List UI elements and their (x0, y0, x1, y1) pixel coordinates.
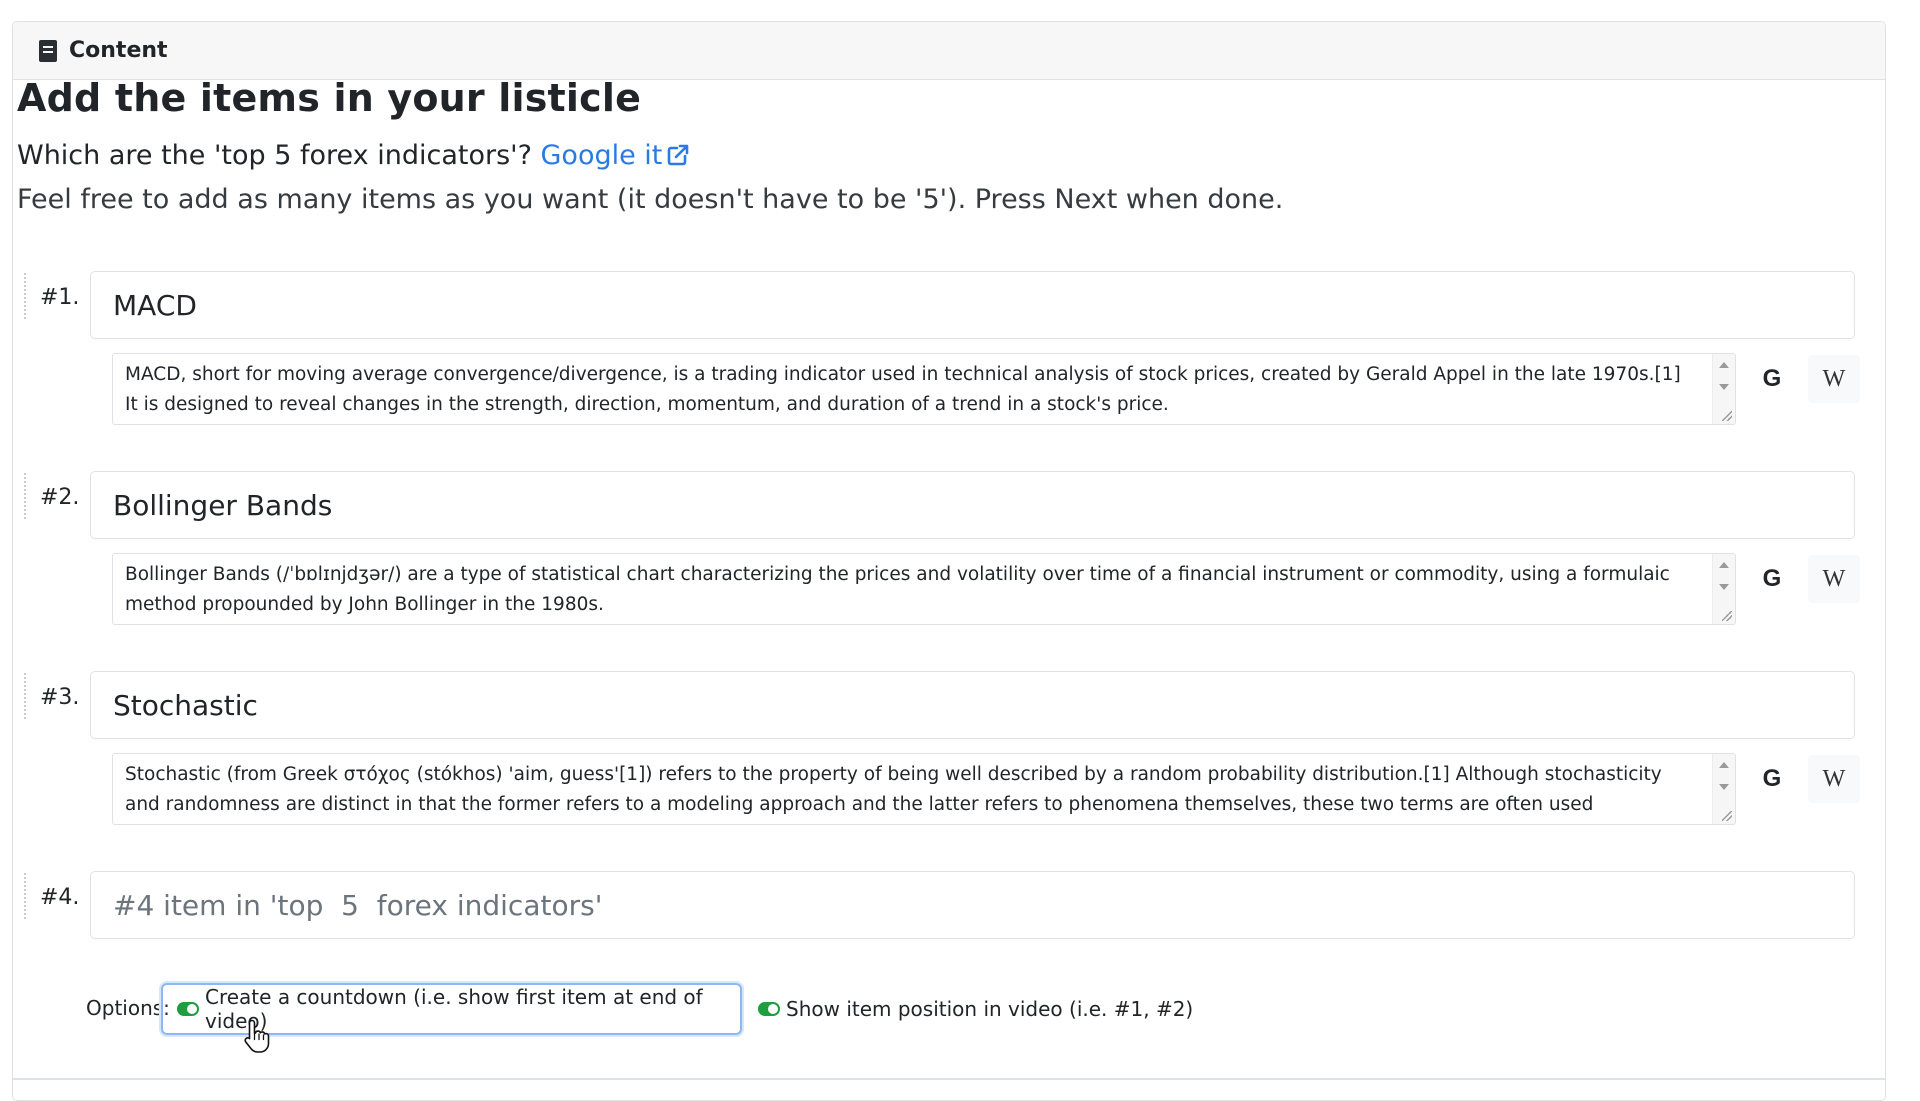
resize-grip-icon[interactable] (1722, 611, 1732, 621)
scroll-down-icon[interactable] (1719, 384, 1729, 390)
scroll-down-icon[interactable] (1719, 784, 1729, 790)
google-search-button[interactable]: G (1746, 355, 1798, 403)
new-item-title-input[interactable] (90, 871, 1855, 939)
toggle-on-icon[interactable] (177, 1002, 199, 1016)
google-search-button[interactable]: G (1746, 555, 1798, 603)
card-header: Content (13, 22, 1885, 80)
item-number: #2. (40, 485, 80, 510)
item-description-text: Stochastic (from Greek στόχος (stókhos) … (125, 764, 1662, 815)
description-scrollbar[interactable] (1712, 554, 1735, 624)
scroll-up-icon[interactable] (1719, 762, 1729, 768)
options-row: Options: Create a countdown (i.e. show f… (0, 983, 1874, 1035)
resize-grip-icon[interactable] (1722, 811, 1732, 821)
scroll-up-icon[interactable] (1719, 362, 1729, 368)
wikipedia-button[interactable]: W (1808, 555, 1860, 603)
item-description-textarea[interactable]: Bollinger Bands (/ˈbɒlɪnjdʒər/) are a ty… (112, 553, 1736, 625)
description-scrollbar[interactable] (1712, 754, 1735, 824)
wikipedia-button[interactable]: W (1808, 755, 1860, 803)
item-title-input[interactable] (90, 671, 1855, 739)
show-position-label[interactable]: Show item position in video (i.e. #1, #2… (786, 997, 1193, 1021)
description-scrollbar[interactable] (1712, 354, 1735, 424)
item-title-input[interactable] (90, 271, 1855, 339)
item-description-text: Bollinger Bands (/ˈbɒlɪnjdʒər/) are a ty… (125, 564, 1670, 615)
card-header-title: Content (69, 38, 168, 63)
drag-handle[interactable] (24, 473, 30, 519)
item-number: #1. (40, 285, 80, 310)
item-title-input[interactable] (90, 471, 1855, 539)
google-it-link[interactable]: Google it (541, 140, 691, 171)
instruction-text: Feel free to add as many items as you wa… (17, 184, 1284, 215)
drag-handle[interactable] (24, 673, 30, 719)
external-link-icon (668, 144, 689, 166)
drag-handle[interactable] (24, 273, 30, 319)
scroll-down-icon[interactable] (1719, 584, 1729, 590)
question-text: Which are the 'top 5 forex indicators'? (17, 140, 532, 171)
show-position-switch[interactable]: Show item position in video (i.e. #1, #2… (758, 983, 1193, 1035)
item-number: #4. (40, 885, 80, 910)
google-it-link-label: Google it (540, 140, 663, 171)
drag-handle[interactable] (24, 873, 30, 919)
book-icon (39, 39, 57, 62)
toggle-on-icon[interactable] (758, 1002, 780, 1016)
item-description-textarea[interactable]: Stochastic (from Greek στόχος (stókhos) … (112, 753, 1736, 825)
hand-cursor-icon (244, 1019, 270, 1053)
countdown-label[interactable]: Create a countdown (i.e. show first item… (205, 985, 740, 1033)
item-description-text: MACD, short for moving average convergen… (125, 364, 1681, 415)
item-description-textarea[interactable]: MACD, short for moving average convergen… (112, 353, 1736, 425)
google-search-button[interactable]: G (1746, 755, 1798, 803)
page-title: Add the items in your listicle (17, 76, 642, 120)
resize-grip-icon[interactable] (1722, 411, 1732, 421)
scroll-up-icon[interactable] (1719, 562, 1729, 568)
item-number: #3. (40, 685, 80, 710)
question-line: Which are the 'top 5 forex indicators'? … (17, 140, 690, 171)
wikipedia-button[interactable]: W (1808, 355, 1860, 403)
options-label: Options: (86, 996, 170, 1020)
